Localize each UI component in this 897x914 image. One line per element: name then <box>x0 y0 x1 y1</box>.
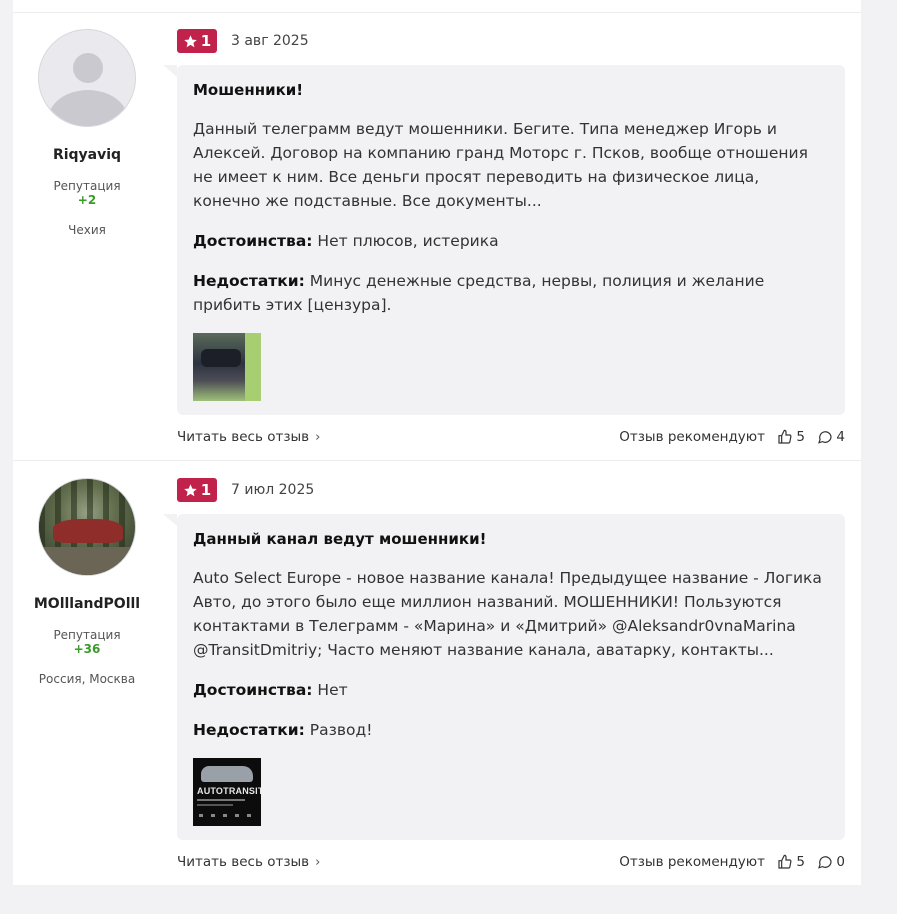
review-photo[interactable] <box>193 333 261 401</box>
review-text: Auto Select Europe - новое название кана… <box>193 569 822 659</box>
review-cons: Недостатки: Минус денежные средства, нер… <box>193 269 829 317</box>
reputation-value: +36 <box>73 642 101 656</box>
review-cons: Недостатки: Развод! <box>193 718 829 742</box>
read-full-review-link[interactable]: Читать весь отзыв › <box>177 854 320 870</box>
divider <box>13 12 861 13</box>
author-location: Чехия <box>68 223 106 237</box>
comments-button[interactable]: 4 <box>817 429 845 445</box>
reputation-label: Репутация <box>53 179 121 193</box>
comments-count: 4 <box>836 429 845 445</box>
likes-count: 5 <box>796 429 805 445</box>
avatar-placeholder-head <box>73 53 103 83</box>
comments-button[interactable]: 0 <box>817 854 845 870</box>
reputation-label: Репутация <box>53 628 121 642</box>
star-icon <box>184 483 197 496</box>
reviews-card: Riqyaviq Репутация +2 Чехия 1 3 авг 2025… <box>13 0 861 885</box>
rating-badge: 1 <box>177 29 217 53</box>
review-date: 7 июл 2025 <box>231 482 315 498</box>
chevron-right-icon: › <box>315 854 321 870</box>
rating-value: 1 <box>200 32 212 50</box>
review-footer: Читать весь отзыв › Отзыв рекомендуют 5 … <box>177 429 845 449</box>
review-author: MOlllandPOlll Репутация +36 Россия, Моск… <box>13 478 161 686</box>
photo-brand-text: AUTOTRANSIT <box>197 786 261 796</box>
cons-label: Недостатки: <box>193 721 305 739</box>
thumbs-up-icon <box>778 429 792 444</box>
comment-icon <box>818 856 833 869</box>
pros-text: Нет <box>317 681 348 699</box>
review-title[interactable]: Мошенники! <box>193 81 829 99</box>
divider <box>13 460 861 461</box>
author-location: Россия, Москва <box>38 672 136 686</box>
review-body: Данный канал ведут мошенники! Auto Selec… <box>163 514 845 840</box>
comments-count: 0 <box>836 854 845 870</box>
review-title[interactable]: Данный канал ведут мошенники! <box>193 530 829 548</box>
review-text: Данный телеграмм ведут мошенники. Бегите… <box>193 120 808 210</box>
review-date: 3 авг 2025 <box>231 33 309 49</box>
chevron-right-icon: › <box>315 429 321 445</box>
recommend-label: Отзыв рекомендуют <box>619 429 765 445</box>
author-name[interactable]: Riqyaviq <box>13 147 161 163</box>
like-button[interactable]: 5 <box>777 429 805 445</box>
pros-text: Нет плюсов, истерика <box>317 232 499 250</box>
thumbs-up-icon <box>778 854 792 869</box>
avatar[interactable] <box>38 478 136 576</box>
cons-label: Недостатки: <box>193 272 305 290</box>
pros-label: Достоинства: <box>193 232 313 250</box>
rating-value: 1 <box>200 481 212 499</box>
review-body: Мошенники! Данный телеграмм ведут мошенн… <box>163 65 845 415</box>
comment-icon <box>818 431 833 444</box>
review-pros: Достоинства: Нет плюсов, истерика <box>193 229 829 253</box>
read-full-review-link[interactable]: Читать весь отзыв › <box>177 429 320 445</box>
recommend-label: Отзыв рекомендуют <box>619 854 765 870</box>
likes-count: 5 <box>796 854 805 870</box>
review-author: Riqyaviq Репутация +2 Чехия <box>13 29 161 237</box>
rating-badge: 1 <box>177 478 217 502</box>
cons-text: Развод! <box>309 721 373 739</box>
author-name[interactable]: MOlllandPOlll <box>13 596 161 612</box>
reputation-value: +2 <box>77 193 97 207</box>
star-icon <box>184 34 197 47</box>
avatar[interactable] <box>38 29 136 127</box>
avatar-placeholder-body <box>48 90 128 126</box>
pros-label: Достоинства: <box>193 681 313 699</box>
like-button[interactable]: 5 <box>777 854 805 870</box>
review-footer: Читать весь отзыв › Отзыв рекомендуют 5 … <box>177 854 845 874</box>
review-pros: Достоинства: Нет <box>193 678 829 702</box>
read-more-label: Читать весь отзыв <box>177 854 310 870</box>
review-photo[interactable]: AUTOTRANSIT <box>193 758 261 826</box>
read-more-label: Читать весь отзыв <box>177 429 310 445</box>
